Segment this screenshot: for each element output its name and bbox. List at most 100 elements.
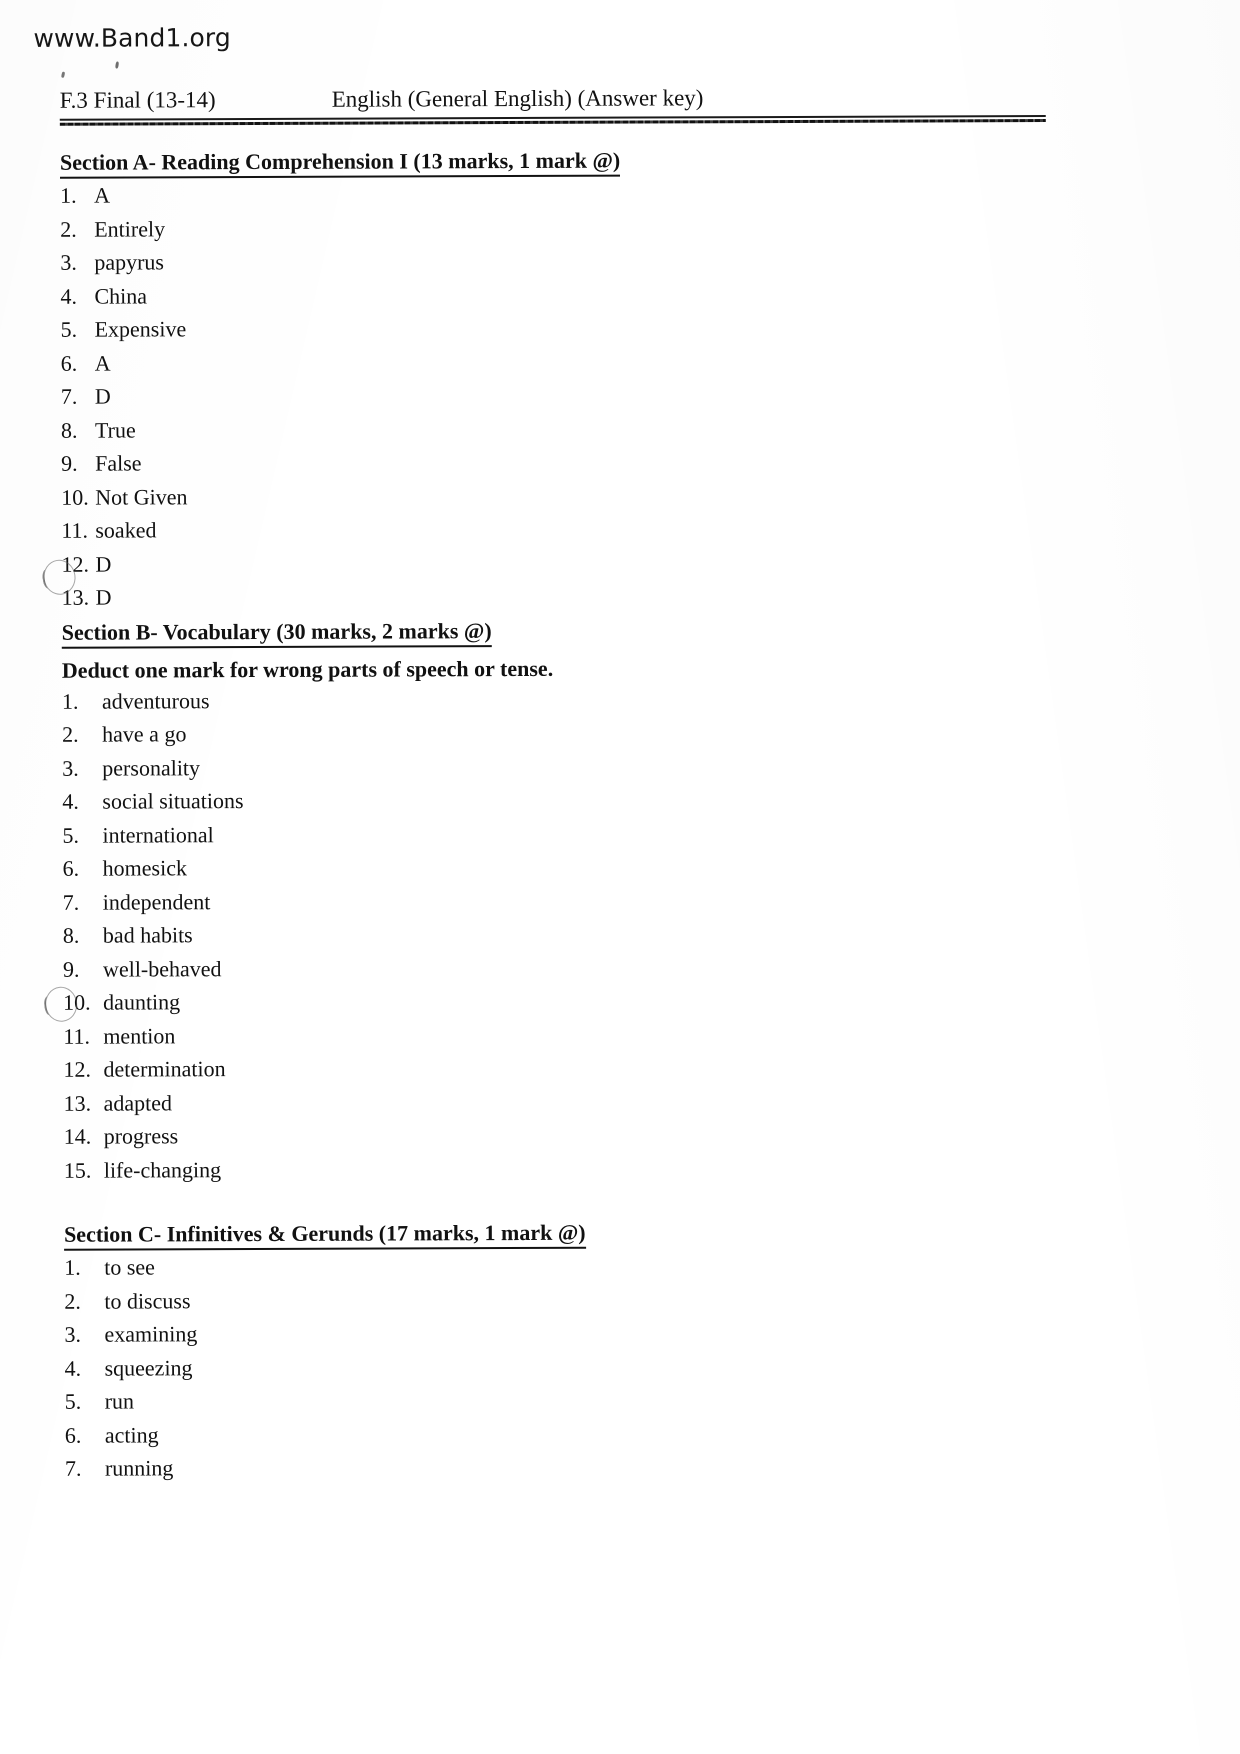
answer-number: 6. [64,1422,82,1448]
answer-value: squeezing [104,1355,193,1381]
answer-number: 6. [60,350,78,376]
answer-value: to discuss [104,1288,191,1314]
answer-row: 1. adventurous [62,683,553,718]
answer-number: 8. [60,417,78,443]
answer-number: 10. [61,484,89,510]
answer-value: D [95,551,112,577]
answer-value: social situations [102,788,244,814]
answer-row: 11. mention [63,1018,554,1053]
answer-number: 1. [61,688,79,714]
answer-row: 9. False [61,445,621,481]
answer-number: 9. [61,451,78,477]
site-watermark: www.Band1.org [33,23,231,53]
answer-value: China [94,283,148,309]
answer-row: 12. determination [63,1051,554,1086]
answer-value: D [94,383,111,410]
answer-row: 11. soaked [61,512,621,548]
answer-number: 4. [64,1355,82,1381]
answer-row: 10. Not Given [61,478,621,514]
answer-row: 4. squeezing [64,1350,586,1386]
answer-row: 5. international [62,817,553,852]
answer-number: 3. [64,1322,81,1348]
answer-value: examining [104,1321,198,1347]
answer-number: 12. [63,1056,91,1083]
answer-row: 3. papyrus [60,244,620,280]
answer-value: homesick [102,855,188,881]
exam-code-label: F.3 Final (13-14) [59,87,216,113]
header-divider-thick-rule [59,118,1046,127]
answer-row: 13. D [62,579,622,615]
answer-value: determination [103,1056,226,1082]
answer-value: True [94,417,136,443]
answer-row: 7. running [65,1450,587,1486]
answer-value: Expensive [94,316,187,343]
answer-number: 2. [64,1288,81,1314]
answer-row: 7. D [61,378,621,414]
answer-number: 1. [64,1255,81,1281]
section-a-answer-list: 1. A 2. Entirely 3. papyrus 4. China 5. Expen… [60,177,622,615]
section-a: Section A- Reading Comprehension I (13 m… [59,147,622,615]
answer-value: papyrus [94,249,165,276]
answer-row: 3. examining [64,1316,586,1352]
answer-number: 2. [60,216,77,242]
answer-number: 5. [62,822,80,848]
answer-value: running [104,1455,174,1481]
answer-number: 6. [62,855,80,882]
answer-number: 7. [62,889,80,915]
answer-value: daunting [103,989,181,1015]
answer-row: 2. Entirely [60,211,620,247]
answer-number: 3. [62,755,79,781]
answer-number: 15. [63,1157,92,1183]
answer-number: 1. [60,183,77,209]
answer-number: 5. [64,1389,82,1415]
answer-row: 9. well-behaved [63,951,554,986]
answer-value: A [94,350,111,376]
answer-value: acting [104,1422,159,1448]
answer-row: 8. bad habits [63,917,554,952]
answer-value: D [95,584,112,611]
answer-value: adapted [103,1090,172,1116]
answer-value: bad habits [102,922,193,948]
answer-value: life-changing [103,1156,222,1183]
answer-row: 8. True [61,411,621,447]
answer-value: A [94,182,110,209]
answer-row: 1. A [60,177,620,213]
answer-row: 3. personality [62,750,553,785]
answer-row: 6. acting [65,1417,587,1453]
answer-number: 8. [62,922,80,949]
answer-value: to see [104,1254,155,1280]
page-sheet: www.Band1.org F.3 Final (13-14) English … [0,0,1240,1754]
answer-value: run [104,1388,135,1414]
answer-number: 7. [64,1456,82,1482]
answer-row: 2. to discuss [64,1283,586,1319]
answer-row: 12. D [61,545,621,581]
document-header: F.3 Final (13-14) English (General Engli… [60,84,1050,118]
scan-speck [61,71,66,78]
answer-number: 14. [63,1123,92,1150]
answer-value: Not Given [95,484,188,510]
section-a-heading: Section A- Reading Comprehension I (13 m… [59,147,621,180]
answer-row: 1. to see [64,1249,586,1285]
answer-row: 4. China [60,278,620,314]
section-c-heading: Section C- Infinitives & Gerunds (17 mar… [64,1219,586,1252]
answer-number: 3. [60,250,77,276]
section-b-instruction: Deduct one mark for wrong parts of speec… [61,656,554,684]
answer-value: Entirely [94,216,166,242]
answer-number: 4. [60,283,77,309]
answer-row: 15. life-changing [64,1152,555,1187]
answer-value: soaked [95,517,157,544]
answer-value: personality [102,755,201,781]
exam-title-label: English (General English) (Answer key) [331,85,704,112]
answer-value: have a go [102,721,187,747]
answer-number: 11. [61,518,89,544]
scanned-answer-key-page: www.Band1.org F.3 Final (13-14) English … [0,0,1240,1754]
answer-row: 5. run [65,1383,587,1419]
answer-value: progress [103,1123,179,1149]
section-b-answer-list: 1. adventurous 2. have a go 3. personality … [62,683,555,1187]
scan-speck [115,61,120,69]
answer-row: 10. daunting [63,984,554,1019]
answer-value: mention [103,1023,176,1049]
answer-row: 4. social situations [62,783,553,818]
answer-number: 4. [62,788,79,815]
section-c: Section C- Infinitives & Gerunds (17 mar… [64,1219,587,1486]
